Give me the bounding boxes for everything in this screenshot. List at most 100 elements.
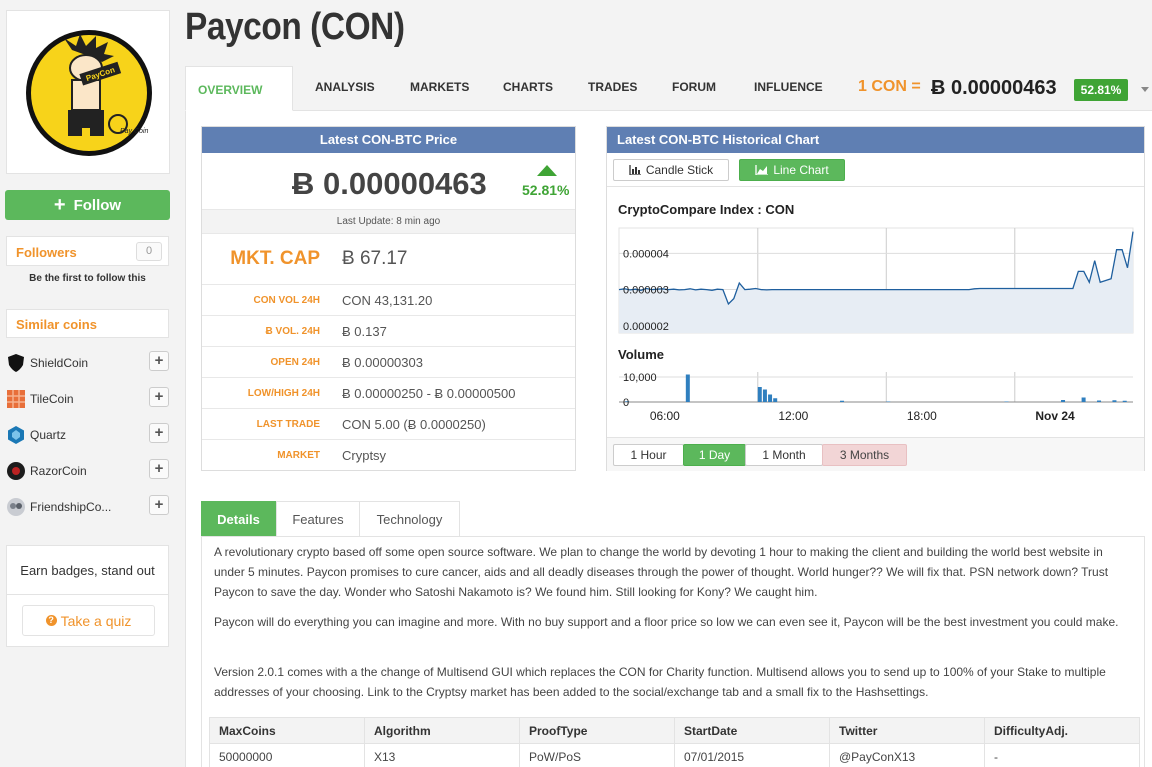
volume-bar xyxy=(1081,397,1086,402)
similar-coin-name: TileCoin xyxy=(30,392,74,406)
stat-key: MKT. CAP xyxy=(230,248,320,269)
spec-value: - xyxy=(984,743,1140,767)
add-coin-button[interactable]: + xyxy=(149,351,169,371)
volume-bar xyxy=(1061,400,1066,402)
volume-bar xyxy=(1122,400,1127,402)
stat-value: Ƀ 0.00000303 xyxy=(342,355,423,370)
tab-forum[interactable]: FORUM xyxy=(672,80,716,94)
volume-bar xyxy=(1112,400,1117,402)
range-1-hour-button[interactable]: 1 Hour xyxy=(613,444,684,466)
similar-coin-item[interactable]: FriendshipCo... + xyxy=(6,493,169,521)
y-tick-label: 0.000002 xyxy=(623,321,669,333)
paycon-logo: PayCon Pay Coin xyxy=(26,30,152,156)
range-1-month-button[interactable]: 1 Month xyxy=(745,444,823,466)
volume-bar xyxy=(773,398,778,402)
tab-trades[interactable]: TRADES xyxy=(588,80,637,94)
tab-markets[interactable]: MARKETS xyxy=(410,80,469,94)
shield-coin-icon xyxy=(8,354,24,372)
chart-type-bar: Candle Stick Line Chart xyxy=(607,154,1144,187)
stat-key: LAST TRADE xyxy=(256,419,320,430)
follow-label: Follow xyxy=(73,196,122,214)
y-tick-label: 0 xyxy=(623,397,629,409)
stat-row-mktcap: MKT. CAP Ƀ 67.17 xyxy=(202,234,575,285)
area-chart-icon xyxy=(755,165,769,175)
be-first-text: Be the first to follow this xyxy=(29,273,146,284)
add-coin-button[interactable]: + xyxy=(149,423,169,443)
tab-overview[interactable]: OVERVIEW xyxy=(185,66,293,111)
x-tick-label: 18:00 xyxy=(907,409,937,422)
x-tick-label: 12:00 xyxy=(778,409,808,422)
razor-coin-icon xyxy=(7,462,25,480)
candle-stick-button[interactable]: Candle Stick xyxy=(613,159,729,181)
similar-coin-item[interactable]: ShieldCoin + xyxy=(6,349,169,377)
spec-header: StartDate xyxy=(674,717,830,744)
stat-value: Ƀ 67.17 xyxy=(342,248,408,269)
add-coin-button[interactable]: + xyxy=(149,459,169,479)
tab-features[interactable]: Features xyxy=(276,501,360,537)
details-panel: A revolutionary crypto based off some op… xyxy=(201,536,1145,767)
volume-bar xyxy=(685,374,690,402)
similar-coin-name: Quartz xyxy=(30,428,67,442)
tab-influence[interactable]: INFLUENCE xyxy=(754,80,823,94)
spec-header: Algorithm xyxy=(364,717,520,744)
similar-coin-name: ShieldCoin xyxy=(30,356,89,370)
followers-count: 0 xyxy=(136,242,162,261)
description-paragraph: Paycon will do everything you can imagin… xyxy=(214,615,1119,629)
quiz-label: Take a quiz xyxy=(60,612,132,629)
volume-bar xyxy=(757,387,762,402)
friendship-coin-icon xyxy=(7,498,25,516)
stat-key: LOW/HIGH 24H xyxy=(247,388,320,399)
description-paragraph: Version 2.0.1 comes with a the change of… xyxy=(214,665,1106,699)
spec-value: 07/01/2015 xyxy=(674,743,830,767)
range-bar: 1 Hour 1 Day 1 Month 3 Months xyxy=(607,437,1144,471)
volume-bar xyxy=(762,389,767,402)
price-chart[interactable]: 0.000004 0.000003 0.000002 10,000 0 06:00 12… xyxy=(607,222,1144,422)
spec-value: X13 xyxy=(364,743,520,767)
stat-key: Ƀ VOL. 24H xyxy=(265,326,320,337)
page-title: Paycon (CON) xyxy=(185,6,405,48)
badges-box: Earn badges, stand out ? Take a quiz xyxy=(6,545,169,647)
stat-key: CON VOL 24H xyxy=(253,295,321,306)
tab-details[interactable]: Details xyxy=(201,501,276,537)
tab-analysis[interactable]: ANALYSIS xyxy=(315,80,375,94)
stat-row: LAST TRADE CON 5.00 (Ƀ 0.0000250) xyxy=(202,409,575,440)
latest-price-value: Ƀ 0.00000463 xyxy=(292,166,487,201)
range-3-months-button[interactable]: 3 Months xyxy=(822,444,907,466)
similar-coins-header: Similar coins xyxy=(6,309,169,338)
follow-button[interactable]: + Follow xyxy=(5,190,170,220)
stat-value: Ƀ 0.137 xyxy=(342,324,387,339)
chevron-down-icon[interactable] xyxy=(1141,87,1149,92)
stat-row: CON VOL 24H CON 43,131.20 xyxy=(202,285,575,316)
line-chart-button[interactable]: Line Chart xyxy=(739,159,845,181)
y-tick-label: 10,000 xyxy=(623,372,657,384)
add-coin-button[interactable]: + xyxy=(149,387,169,407)
tab-technology[interactable]: Technology xyxy=(359,501,460,537)
badges-text: Earn badges, stand out xyxy=(20,563,155,578)
tab-charts[interactable]: CHARTS xyxy=(503,80,553,94)
last-update: Last Update: 8 min ago xyxy=(202,209,575,234)
stat-value: CON 5.00 (Ƀ 0.0000250) xyxy=(342,417,486,432)
similar-coin-item[interactable]: Quartz + xyxy=(6,421,169,449)
similar-coin-item[interactable]: RazorCoin + xyxy=(6,457,169,485)
similar-coin-item[interactable]: TileCoin + xyxy=(6,385,169,413)
candle-stick-label: Candle Stick xyxy=(645,163,714,177)
spec-header: DifficultyAdj. xyxy=(984,717,1140,744)
latest-price-change: 52.81% xyxy=(522,182,570,198)
spec-header: ProofType xyxy=(519,717,675,744)
take-quiz-button[interactable]: ? Take a quiz xyxy=(22,605,155,636)
historical-chart-box: Latest CON-BTC Historical Chart Candle S… xyxy=(606,126,1145,471)
range-1-day-button[interactable]: 1 Day xyxy=(683,444,746,466)
add-coin-button[interactable]: + xyxy=(149,495,169,515)
spec-header: Twitter xyxy=(829,717,985,744)
stat-row: MARKET Cryptsy xyxy=(202,440,575,471)
spec-value: @PayConX13 xyxy=(829,743,985,767)
arrow-up-icon xyxy=(537,165,557,176)
x-tick-label: 06:00 xyxy=(650,409,680,422)
stat-value: Cryptsy xyxy=(342,448,387,463)
spec-value: 50000000 xyxy=(209,743,365,767)
volume-bar xyxy=(1097,400,1102,402)
volume-bar xyxy=(840,400,845,402)
latest-price-box: Latest CON-BTC Price Ƀ 0.00000463 52.81%… xyxy=(201,126,576,471)
chart-title: CryptoCompare Index : CON xyxy=(618,202,795,217)
plus-icon: + xyxy=(53,194,66,216)
